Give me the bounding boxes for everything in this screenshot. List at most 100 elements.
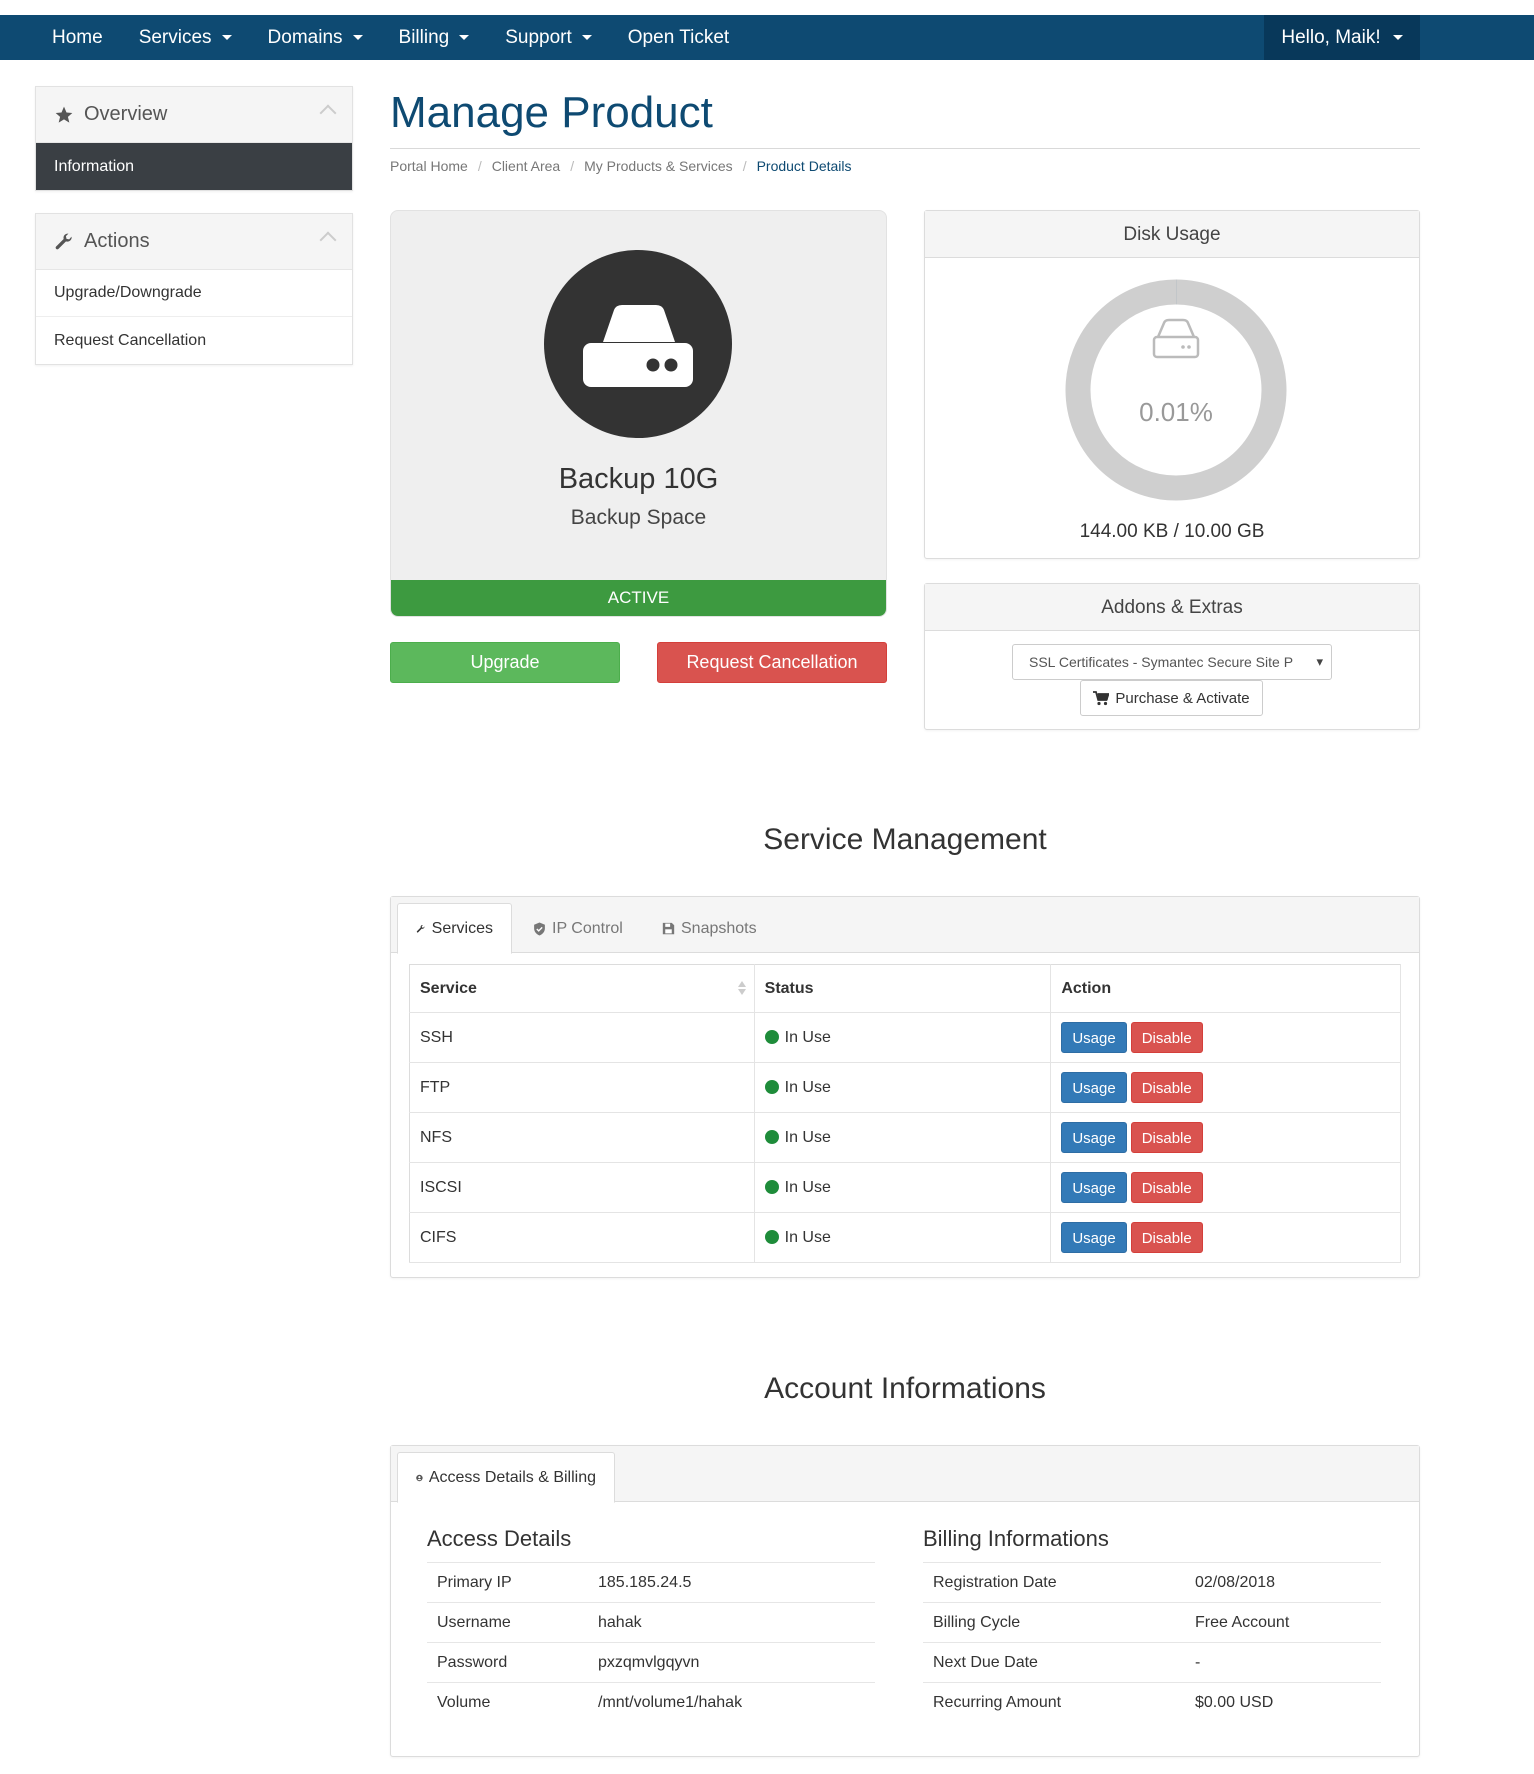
- product-status-badge: ACTIVE: [391, 580, 886, 616]
- table-row: SSH In Use Usage Disable: [409, 1012, 1401, 1063]
- services-table: Service Status Action SSH In Use Usage Di…: [409, 964, 1401, 1263]
- sidebar-actions-header[interactable]: Actions: [36, 214, 352, 270]
- disk-usage-title: Disk Usage: [925, 211, 1419, 258]
- nav-open-ticket[interactable]: Open Ticket: [610, 15, 747, 60]
- column-header-action: Action: [1050, 964, 1401, 1013]
- gauge-track: [1065, 279, 1287, 501]
- caret-down-icon: [581, 35, 592, 40]
- service-name: SSH: [409, 1012, 755, 1063]
- usage-button[interactable]: Usage: [1061, 1172, 1127, 1203]
- product-card: Backup 10G Backup Space ACTIVE: [390, 210, 887, 617]
- disable-button[interactable]: Disable: [1130, 1122, 1203, 1153]
- usage-button[interactable]: Usage: [1061, 1122, 1127, 1153]
- service-management-title: Service Management: [763, 823, 1047, 856]
- page-title: Manage Product: [390, 88, 713, 137]
- service-management-panel: Services IP Control Snapshots Service St…: [390, 896, 1420, 1278]
- breadcrumb-client-area[interactable]: Client Area: [492, 158, 560, 174]
- breadcrumb-products-services[interactable]: My Products & Services: [584, 158, 733, 174]
- product-name: Backup 10G: [558, 463, 719, 495]
- upgrade-button[interactable]: Upgrade: [390, 642, 620, 683]
- disable-button[interactable]: Disable: [1130, 1022, 1203, 1053]
- column-header-service[interactable]: Service: [409, 964, 755, 1013]
- product-icon-circle: [544, 250, 732, 438]
- status-dot-icon: [764, 1079, 779, 1094]
- disable-button[interactable]: Disable: [1130, 1222, 1203, 1253]
- request-cancellation-button[interactable]: Request Cancellation: [657, 642, 887, 683]
- service-actions: Usage Disable: [1050, 1162, 1401, 1213]
- product-group: Backup Space: [570, 506, 707, 529]
- service-actions: Usage Disable: [1050, 1012, 1401, 1063]
- sidebar-actions-panel: Actions Upgrade/Downgrade Request Cancel…: [35, 213, 353, 365]
- nav-home[interactable]: Home: [34, 15, 121, 60]
- sidebar-overview-header[interactable]: Overview: [36, 87, 352, 143]
- nav-support[interactable]: Support: [487, 15, 610, 60]
- nav-billing[interactable]: Billing: [381, 15, 488, 60]
- sidebar-item-upgrade-downgrade[interactable]: Upgrade/Downgrade: [36, 270, 352, 317]
- disable-button[interactable]: Disable: [1130, 1072, 1203, 1103]
- hdd-outline-icon: [1152, 318, 1200, 359]
- nav-services[interactable]: Services: [121, 15, 250, 60]
- service-status: In Use: [754, 1012, 1052, 1063]
- shopping-cart-icon: [1093, 690, 1110, 705]
- service-actions: Usage Disable: [1050, 1212, 1401, 1263]
- sort-icon[interactable]: [738, 981, 746, 995]
- usage-button[interactable]: Usage: [1061, 1072, 1127, 1103]
- service-status: In Use: [754, 1112, 1052, 1163]
- purchase-activate-button[interactable]: Purchase & Activate: [1080, 680, 1263, 716]
- shield-icon: [534, 922, 545, 935]
- tab-services[interactable]: Services: [397, 903, 512, 954]
- breadcrumb-product-details: Product Details: [756, 158, 852, 174]
- caret-down-icon: [352, 35, 363, 40]
- disable-button[interactable]: Disable: [1130, 1172, 1203, 1203]
- service-actions: Usage Disable: [1050, 1112, 1401, 1163]
- nav-domains[interactable]: Domains: [250, 15, 381, 60]
- column-header-status: Status: [754, 964, 1052, 1013]
- breadcrumb-portal-home[interactable]: Portal Home: [390, 158, 468, 174]
- user-circle-icon: [416, 1474, 423, 1481]
- list-item: Primary IP 185.185.24.5: [427, 1562, 875, 1603]
- service-name: CIFS: [409, 1212, 755, 1263]
- billing-info-table: Registration Date 02/08/2018 Billing Cycl…: [923, 1562, 1381, 1723]
- hdd-icon: [583, 305, 693, 387]
- usage-button[interactable]: Usage: [1061, 1222, 1127, 1253]
- tab-access-billing[interactable]: Access Details & Billing: [397, 1452, 615, 1503]
- access-details-section: Access Details Primary IP 185.185.24.5 Us…: [427, 1526, 875, 1723]
- chevron-up-icon[interactable]: [319, 104, 337, 122]
- service-status: In Use: [754, 1162, 1052, 1213]
- sidebar-item-information[interactable]: Information: [36, 143, 352, 190]
- title-divider: [390, 148, 1420, 149]
- breadcrumb: Portal Home / Client Area / My Products …: [390, 158, 852, 174]
- tab-snapshots[interactable]: Snapshots: [644, 903, 775, 954]
- addons-title: Addons & Extras: [925, 584, 1419, 631]
- account-info-panel: Access Details & Billing Access Details …: [390, 1445, 1420, 1757]
- billing-info-section: Billing Informations Registration Date 02…: [923, 1526, 1381, 1723]
- list-item: Recurring Amount $0.00 USD: [923, 1682, 1381, 1723]
- service-name: NFS: [409, 1112, 755, 1163]
- caret-down-icon: [459, 35, 470, 40]
- status-dot-icon: [764, 1229, 779, 1244]
- nav-menu: Home Services Domains Billing Support Op…: [34, 15, 747, 60]
- list-item: Username hahak: [427, 1602, 875, 1643]
- service-actions: Usage Disable: [1050, 1062, 1401, 1113]
- status-dot-icon: [764, 1179, 779, 1194]
- table-row: FTP In Use Usage Disable: [409, 1062, 1401, 1113]
- user-menu[interactable]: Hello, Maik!: [1264, 15, 1420, 60]
- service-name: FTP: [409, 1062, 755, 1113]
- list-item: Billing Cycle Free Account: [923, 1602, 1381, 1643]
- star-icon: [55, 106, 73, 123]
- service-name: ISCSI: [409, 1162, 755, 1213]
- service-tabs: Services IP Control Snapshots: [391, 897, 1419, 954]
- list-item: Next Due Date -: [923, 1642, 1381, 1683]
- chevron-up-icon[interactable]: [319, 231, 337, 249]
- caret-down-icon: [1392, 35, 1403, 40]
- usage-button[interactable]: Usage: [1061, 1022, 1127, 1053]
- account-info-title: Account Informations: [764, 1372, 1046, 1405]
- save-icon: [662, 922, 675, 935]
- disk-usage-percent: 0.01%: [1139, 397, 1213, 427]
- tab-ip-control[interactable]: IP Control: [515, 903, 641, 954]
- addon-select[interactable]: SSL Certificates - Symantec Secure Site …: [1012, 644, 1332, 680]
- table-row: ISCSI In Use Usage Disable: [409, 1162, 1401, 1213]
- sidebar-item-request-cancellation[interactable]: Request Cancellation: [36, 317, 352, 364]
- account-tabs: Access Details & Billing: [391, 1446, 1419, 1503]
- service-status: In Use: [754, 1212, 1052, 1263]
